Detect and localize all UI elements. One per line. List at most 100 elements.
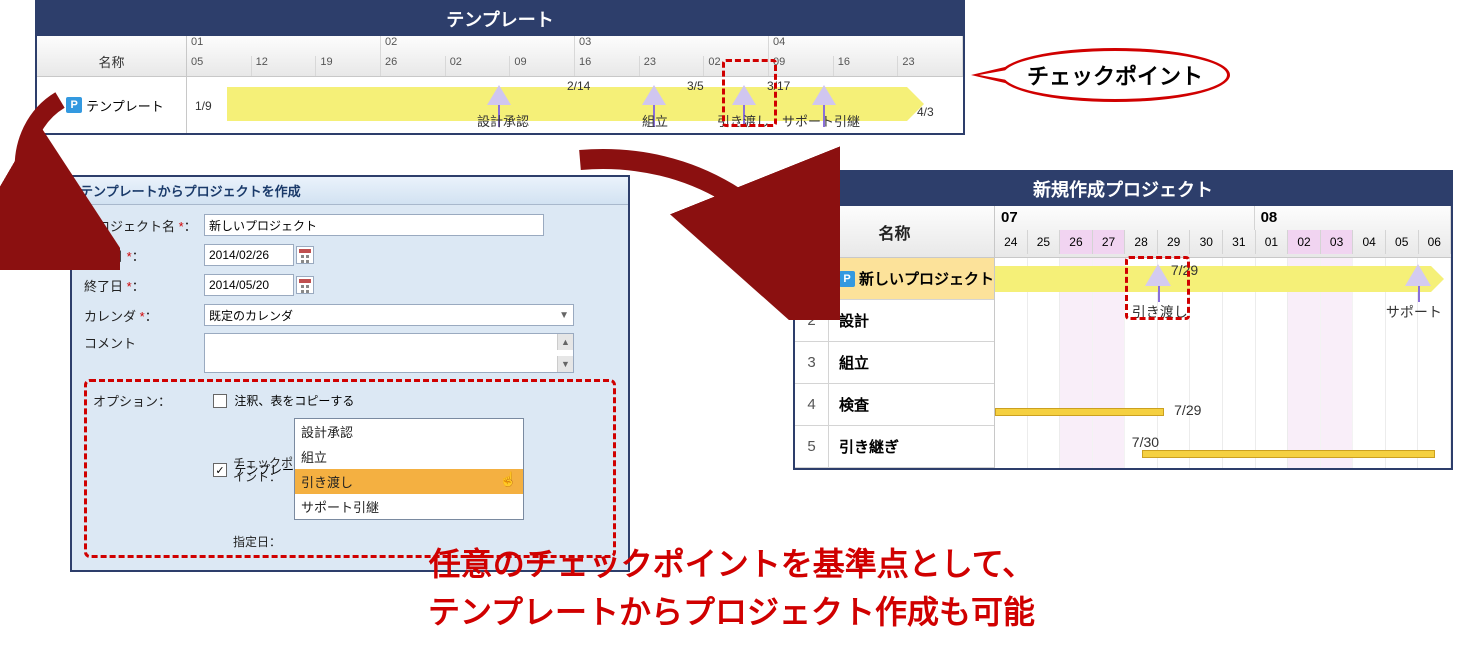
comment-textarea[interactable]: ▲ ▼: [204, 333, 574, 373]
week-cell: 23: [640, 56, 705, 76]
day-cell: 02: [1288, 230, 1321, 254]
calendar-select[interactable]: 既定のカレンダ ▼: [204, 304, 574, 326]
start-date-input[interactable]: [204, 244, 294, 266]
gantt-bar[interactable]: [995, 266, 1431, 292]
template-panel: テンプレート 名称 01 02 03 04 05 12 19 26 02 09 …: [35, 0, 965, 135]
task-row[interactable]: 4検査: [795, 384, 994, 426]
milestone-date: 2/14: [567, 79, 590, 93]
new-project-panel: 新規作成プロジェクト 名称 07 08 24252627282930310102…: [793, 170, 1453, 470]
template-row[interactable]: 1 ▼ P テンプレート: [37, 77, 187, 133]
day-cell: 29: [1158, 230, 1191, 254]
day-cell: 30: [1190, 230, 1223, 254]
task-bar[interactable]: [1142, 450, 1435, 458]
day-cell: 31: [1223, 230, 1256, 254]
row-label: テンプレート: [86, 96, 164, 115]
scroll-down-icon[interactable]: ▼: [557, 356, 573, 372]
milestone-icon[interactable]: [487, 85, 511, 105]
task-bar[interactable]: [995, 408, 1164, 416]
milestone-label: サポート引継: [782, 111, 860, 130]
end-date-input[interactable]: [204, 274, 294, 296]
calendar-icon[interactable]: [296, 246, 314, 264]
template-gantt-chart: 1/9 2/14 設計承認 3/5 組立 3/17 引き渡し サポート引継 4/…: [187, 77, 963, 133]
milestone-label: 設計承認: [477, 111, 529, 130]
day-cell: 28: [1125, 230, 1158, 254]
checkbox-checked-icon[interactable]: ✓: [213, 463, 227, 477]
start-date-label: 開始日 *：: [84, 246, 204, 265]
week-cell: 09: [510, 56, 575, 76]
milestone-line: [1418, 286, 1420, 302]
project-name-label: プロジェクト名 *：: [84, 216, 204, 235]
month-cell: 04: [769, 36, 963, 56]
task-row[interactable]: 3組立: [795, 342, 994, 384]
template-name-column-header: 名称: [37, 36, 187, 76]
task-name: 引き継ぎ: [829, 436, 994, 457]
task-date: 7/30: [1132, 434, 1159, 450]
week-cell: 26: [381, 56, 446, 76]
comment-label: コメント: [84, 333, 204, 352]
week-cell: 05: [187, 56, 252, 76]
row-number: 1: [41, 98, 48, 113]
milestone-icon[interactable]: [812, 85, 836, 105]
dropdown-item[interactable]: 設計承認: [295, 419, 523, 444]
task-row[interactable]: 2設計: [795, 300, 994, 342]
new-project-panel-title: 新規作成プロジェクト: [795, 172, 1451, 206]
day-cell: 04: [1353, 230, 1386, 254]
hand-cursor-icon: ☝: [500, 471, 517, 488]
project-name: 新しいプロジェクト: [859, 268, 994, 289]
week-cell: 16: [834, 56, 899, 76]
task-name: 設計: [829, 310, 994, 331]
dropdown-item[interactable]: サポート引継: [295, 494, 523, 519]
checkpoint-sub-label: チェックポイント：: [233, 456, 303, 485]
checkbox-unchecked-icon[interactable]: [213, 394, 227, 408]
week-cell: 16: [575, 56, 640, 76]
end-date-label: 4/3: [917, 105, 934, 119]
day-cell: 06: [1419, 230, 1452, 254]
checkbox-label: 注釈、表をコピーする: [234, 394, 354, 408]
month-cell: 01: [187, 36, 381, 56]
day-cell: 25: [1028, 230, 1061, 254]
day-cell: 26: [1060, 230, 1093, 254]
row-number: 2: [795, 300, 829, 341]
row-number: 3: [795, 342, 829, 383]
expand-icon[interactable]: ▼: [52, 100, 62, 111]
week-cell: 02: [446, 56, 511, 76]
checkpoint-highlight-box: [722, 59, 777, 127]
calendar-select-value: 既定のカレンダ: [209, 307, 293, 324]
project-name-input[interactable]: [204, 214, 544, 236]
dropdown-item[interactable]: 組立: [295, 444, 523, 469]
options-label: オプション：: [93, 391, 213, 410]
week-cell: 12: [252, 56, 317, 76]
callout-text: チェックポイント: [1027, 64, 1203, 89]
milestone-label: 組立: [642, 111, 668, 130]
caption-text: 任意のチェックポイントを基準点として、 テンプレートからプロジェクト作成も可能: [0, 540, 1463, 636]
milestone-icon[interactable]: [1405, 264, 1431, 286]
row-number: 4: [795, 384, 829, 425]
checkpoint-dropdown[interactable]: 設計承認 組立 引き渡し ☝ サポート引継: [294, 418, 524, 520]
row-number: 5: [795, 426, 829, 467]
template-panel-title: テンプレート: [37, 2, 963, 36]
day-cell: 24: [995, 230, 1028, 254]
month-cell: 03: [575, 36, 769, 56]
chevron-down-icon: ▼: [559, 310, 569, 321]
milestone-date: 3/5: [687, 79, 704, 93]
calendar-label: カレンダ *：: [84, 306, 204, 325]
scroll-up-icon[interactable]: ▲: [557, 334, 573, 350]
template-timeline-header: 01 02 03 04 05 12 19 26 02 09 16 23 02 0…: [187, 36, 963, 76]
milestone-icon[interactable]: [642, 85, 666, 105]
checkpoint-highlight-box: [1125, 256, 1190, 320]
start-date-label: 1/9: [195, 99, 212, 113]
task-name: 検査: [829, 394, 994, 415]
week-cell: 19: [316, 56, 381, 76]
dialog-title: テンプレートからプロジェクトを作成: [72, 177, 628, 205]
day-cell: 01: [1256, 230, 1289, 254]
dropdown-item-selected[interactable]: 引き渡し ☝: [295, 469, 523, 494]
project-row[interactable]: P 新しいプロジェクト: [795, 258, 994, 300]
project-icon: P: [839, 271, 855, 287]
month-cell: 08: [1255, 206, 1451, 230]
caption-line: 任意のチェックポイントを基準点として、: [0, 540, 1463, 588]
task-row[interactable]: 5引き継ぎ: [795, 426, 994, 468]
calendar-icon[interactable]: [296, 276, 314, 294]
copy-annotations-checkbox-row[interactable]: 注釈、表をコピーする: [213, 392, 354, 409]
milestone-label: サポート: [1386, 302, 1442, 322]
new-project-gantt-chart: 7/29引き渡しサポート7/297/30: [995, 258, 1451, 468]
